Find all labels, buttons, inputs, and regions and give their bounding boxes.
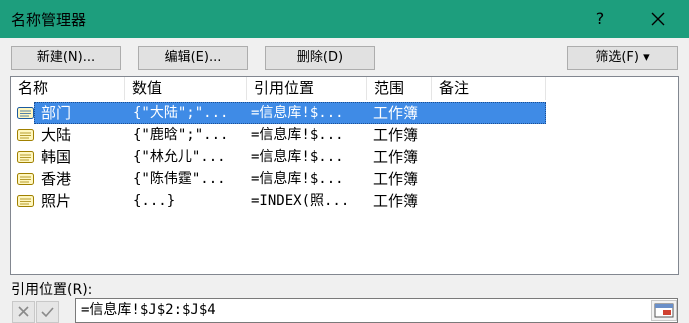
help-button[interactable]: ? — [585, 5, 615, 33]
column-header-value[interactable]: 数值 — [125, 77, 247, 100]
x-icon — [18, 306, 29, 317]
value-cell: {"大陆";"... — [133, 105, 229, 121]
check-icon — [41, 307, 54, 318]
defined-name-icon — [17, 173, 34, 185]
scope-cell: 工作簿 — [373, 126, 419, 144]
column-header-name[interactable]: 名称 — [11, 77, 125, 100]
refers-to-label: 引用位置(R): — [11, 282, 93, 298]
column-header-comment[interactable]: 备注 — [432, 77, 546, 100]
refers-to-cell: =信息库!$... — [251, 105, 344, 121]
name-cell: 照片 — [41, 192, 72, 210]
list-item[interactable]: 照片 {...} =INDEX(照... 工作簿 — [11, 190, 678, 212]
refers-to-input[interactable]: =信息库!$J$2:$J$4 — [75, 298, 678, 323]
defined-name-icon — [17, 151, 34, 163]
names-list[interactable]: 名称 数值 引用位置 范围 备注 部门 {"大陆";"... =信息库!$...… — [10, 76, 679, 275]
list-item[interactable]: 大陆 {"鹿晗";"... =信息库!$... 工作簿 — [11, 124, 678, 146]
refers-to-cell: =INDEX(照... — [251, 193, 350, 209]
close-button[interactable] — [643, 5, 673, 33]
confirm-edit-button[interactable] — [36, 301, 59, 323]
scope-cell: 工作簿 — [373, 104, 419, 122]
column-header-scope[interactable]: 范围 — [367, 77, 432, 100]
value-cell: {"鹿晗";"... — [133, 127, 229, 143]
title-bar: 名称管理器 ? — [0, 0, 689, 38]
edit-button[interactable]: 编辑(E)... — [138, 46, 248, 70]
list-item[interactable]: 部门 {"大陆";"... =信息库!$... 工作簿 — [11, 102, 678, 124]
close-icon — [651, 12, 665, 26]
filter-dropdown[interactable]: 筛选(F) ▾ — [567, 46, 678, 70]
new-button[interactable]: 新建(N)... — [11, 46, 121, 70]
refers-to-cell: =信息库!$... — [251, 171, 344, 187]
delete-button[interactable]: 删除(D) — [265, 46, 375, 70]
list-item[interactable]: 香港 {"陈伟霆"... =信息库!$... 工作簿 — [11, 168, 678, 190]
refers-to-cell: =信息库!$... — [251, 149, 344, 165]
scope-cell: 工作簿 — [373, 170, 419, 188]
refers-to-cell: =信息库!$... — [251, 127, 344, 143]
defined-name-icon — [17, 195, 34, 207]
column-header-refers-to[interactable]: 引用位置 — [247, 77, 367, 100]
scope-cell: 工作簿 — [373, 192, 419, 210]
window-title: 名称管理器 — [11, 11, 87, 29]
scope-cell: 工作簿 — [373, 148, 419, 166]
defined-name-icon — [17, 129, 34, 141]
collapse-dialog-button[interactable] — [651, 300, 677, 321]
defined-name-icon — [17, 107, 34, 119]
name-cell: 大陆 — [41, 126, 72, 144]
value-cell: {"林允儿"... — [133, 149, 226, 165]
cancel-edit-button[interactable] — [12, 301, 35, 323]
range-select-icon — [654, 303, 674, 318]
name-cell: 部门 — [41, 104, 72, 122]
list-item[interactable]: 韩国 {"林允儿"... =信息库!$... 工作簿 — [11, 146, 678, 168]
name-cell: 香港 — [41, 170, 72, 188]
name-cell: 韩国 — [41, 148, 72, 166]
value-cell: {"陈伟霆"... — [133, 171, 226, 187]
value-cell: {...} — [133, 193, 176, 209]
